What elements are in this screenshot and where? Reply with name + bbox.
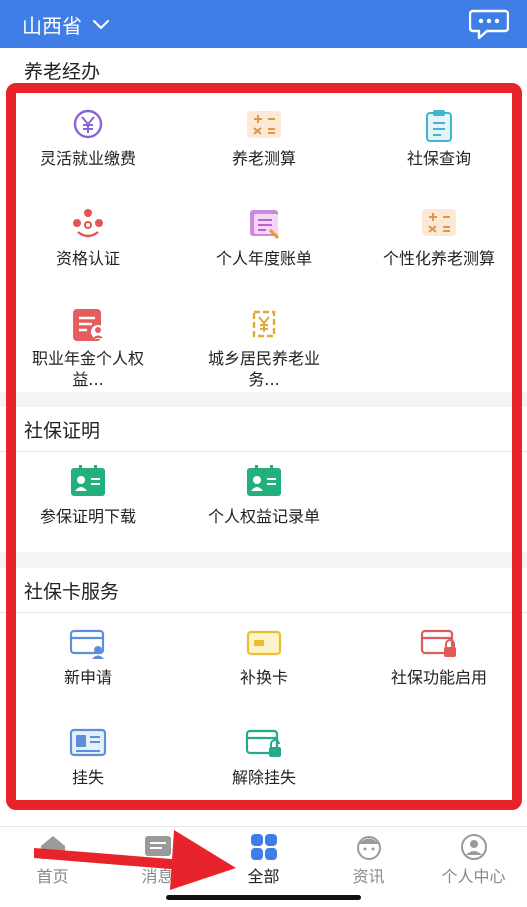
service-report-loss[interactable]: 挂失 [0, 713, 176, 813]
service-new-application[interactable]: 新申请 [0, 613, 176, 713]
id-card-icon [71, 465, 105, 496]
service-insurance-certificate-download[interactable]: 参保证明下载 [0, 452, 176, 552]
tab-all[interactable]: 全部 [211, 827, 316, 897]
service-annual-bill[interactable]: 个人年度账单 [176, 192, 352, 292]
chevron-down-icon [92, 19, 110, 29]
service-function-activation[interactable]: 社保功能启用 [351, 613, 527, 713]
message-icon [145, 836, 171, 856]
service-social-insurance-query[interactable]: 社保查询 [351, 92, 527, 192]
section-header-card-services: 社保卡服务 [0, 568, 527, 612]
card-lock-icon [420, 629, 456, 657]
card-unlock-icon [245, 729, 281, 757]
service-urban-rural-pension[interactable]: 城乡居民养老业务... [176, 292, 352, 392]
section-title: 社保证明 [24, 420, 101, 442]
document-person-icon [73, 309, 105, 341]
tab-messages[interactable]: 消息 [105, 827, 210, 897]
grid-icon [251, 834, 277, 860]
service-personal-rights-record[interactable]: 个人权益记录单 [176, 452, 352, 552]
service-qualification-auth[interactable]: 资格认证 [0, 192, 176, 292]
home-icon [41, 836, 65, 859]
service-personalized-pension-calc[interactable]: 个性化养老测算 [351, 192, 527, 292]
service-flexible-payment[interactable]: 灵活就业缴费 [0, 92, 176, 192]
service-cancel-loss-report[interactable]: 解除挂失 [176, 713, 352, 813]
id-card-icon [247, 465, 281, 496]
user-icon [461, 834, 487, 860]
home-indicator [166, 895, 361, 900]
top-bar: 山西省 [0, 0, 527, 48]
clipboard-icon [426, 110, 452, 142]
province-selector[interactable]: 山西省 [22, 10, 110, 39]
service-occupational-annuity[interactable]: 职业年金个人权益... [0, 292, 176, 392]
card-person-icon [69, 629, 105, 659]
content-area: 养老经办 灵活就业缴费 养老测算 社保查询 资格认证 个人年度账单 个性化养老测… [0, 48, 527, 824]
section-title: 社保卡服务 [24, 581, 120, 603]
service-pension-calc[interactable]: 养老测算 [176, 92, 352, 192]
card-icon [246, 630, 282, 656]
bill-icon [250, 210, 280, 240]
tab-home[interactable]: 首页 [0, 827, 105, 897]
card-services-grid: 新申请 补换卡 社保功能启用 挂失 解除挂失 [0, 613, 527, 824]
calculator-icon [247, 111, 281, 138]
province-label: 山西省 [22, 14, 82, 38]
yuan-circle-icon [73, 109, 103, 139]
id-card-lines-icon [69, 728, 107, 757]
yuan-exchange-icon [252, 310, 276, 338]
certificate-services-grid: 参保证明下载 个人权益记录单 [0, 452, 527, 552]
section-header-certificate: 社保证明 [0, 407, 527, 451]
section-title: 养老经办 [24, 61, 101, 83]
calculator-icon [422, 209, 456, 236]
tab-news[interactable]: 资讯 [316, 827, 421, 897]
tab-profile[interactable]: 个人中心 [421, 827, 526, 897]
news-face-icon [357, 836, 381, 860]
service-card-replacement[interactable]: 补换卡 [176, 613, 352, 713]
pension-services-grid: 灵活就业缴费 养老测算 社保查询 资格认证 个人年度账单 个性化养老测算 职业年… [0, 92, 527, 392]
people-group-icon [73, 209, 103, 238]
chat-icon[interactable] [469, 8, 509, 40]
section-header-pension: 养老经办 [0, 48, 527, 92]
